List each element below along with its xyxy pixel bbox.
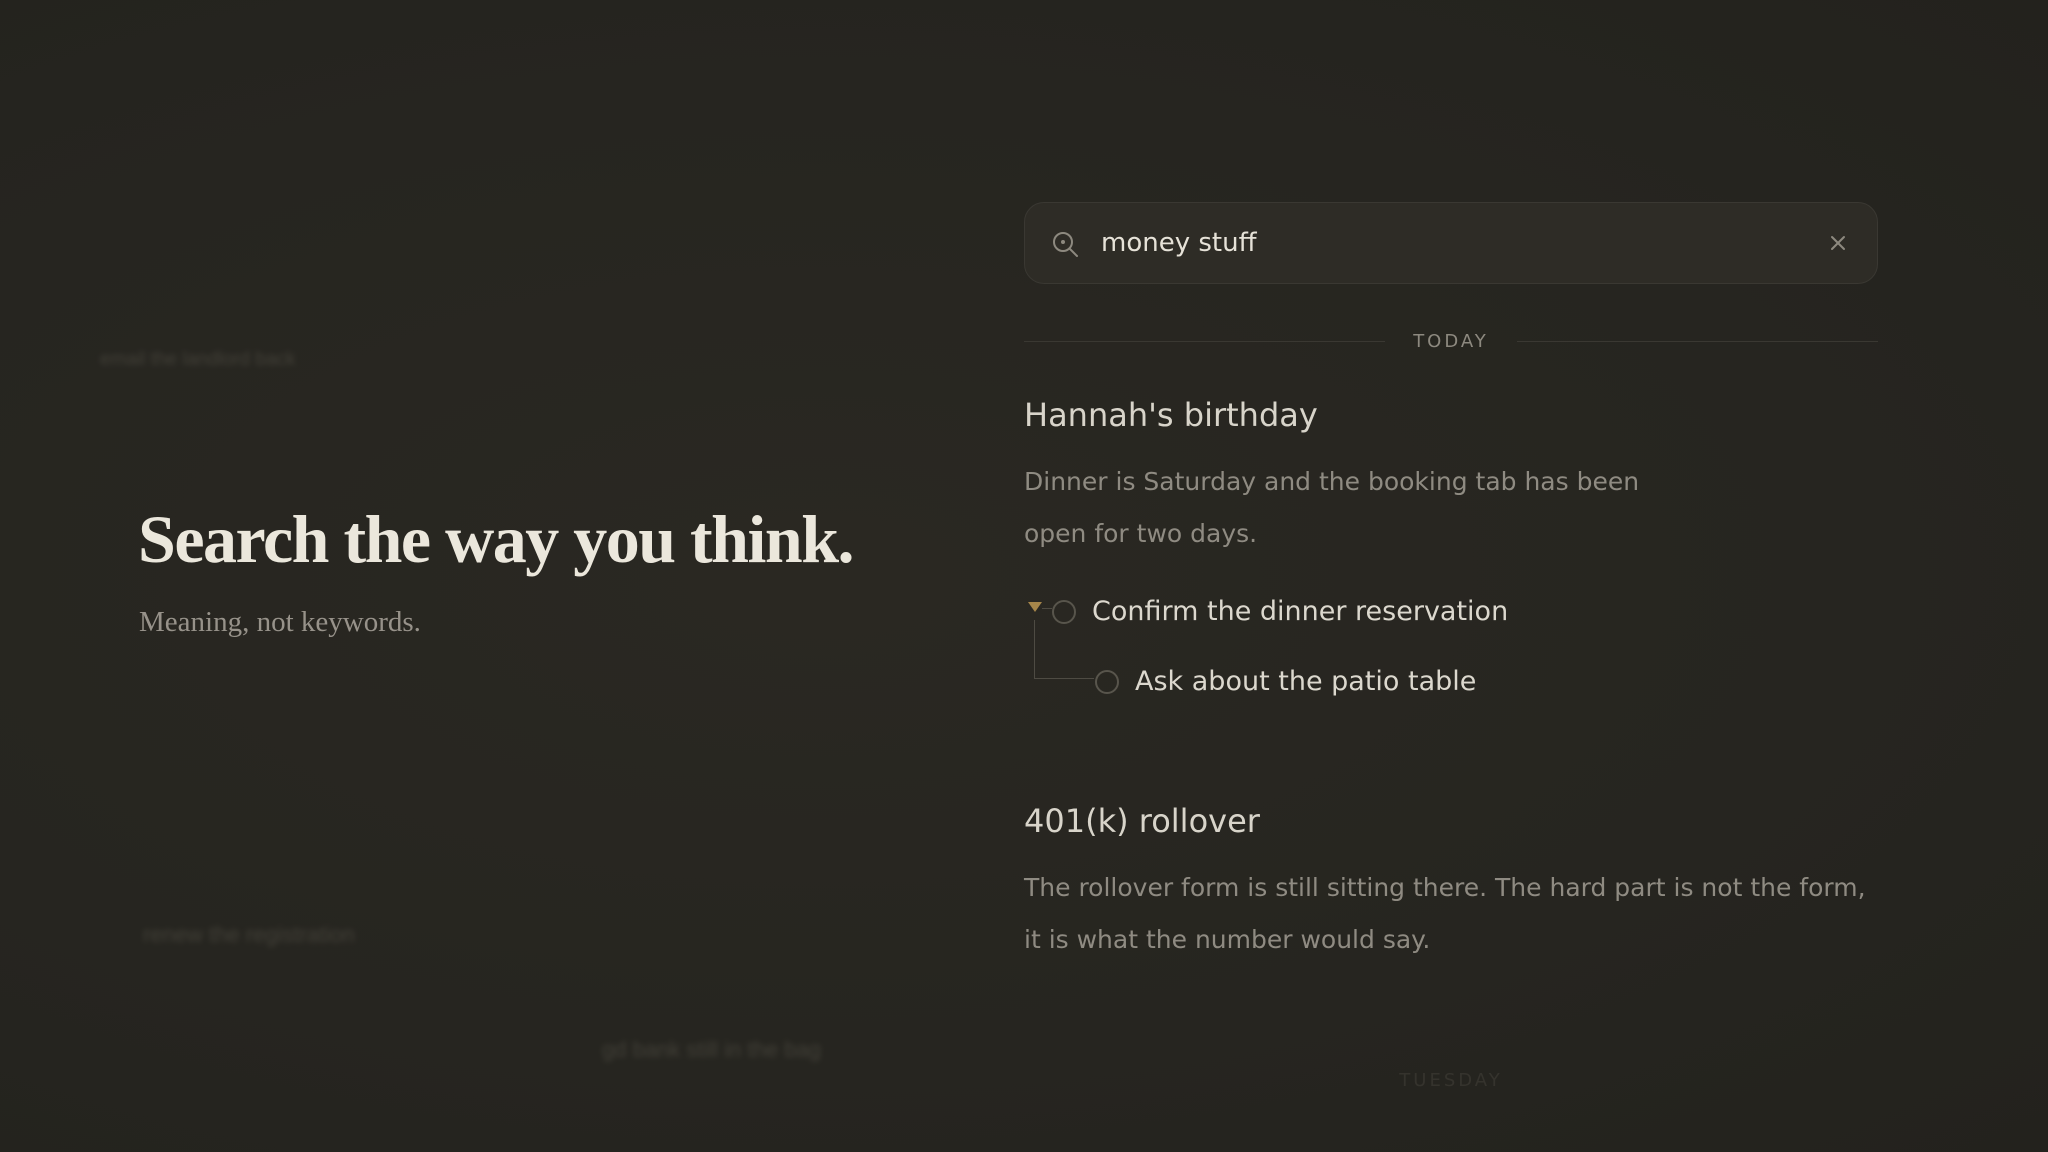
ghost-hint: renew the registration <box>143 922 355 947</box>
result-title[interactable]: Hannah's birthday <box>1024 396 1878 434</box>
result-body: The rollover form is still sitting there… <box>1024 873 1866 954</box>
result-item[interactable]: 401(k) rollover The rollover form is sti… <box>1024 802 1878 966</box>
search-input[interactable] <box>1101 221 1801 265</box>
hero-subtitle: Meaning, not keywords. <box>139 606 421 638</box>
collapse-caret-icon[interactable] <box>1028 602 1042 612</box>
task-checkbox[interactable] <box>1095 669 1119 694</box>
page: email the landlord back renew the regist… <box>0 0 2048 1152</box>
date-label: TUESDAY <box>1399 1070 1503 1091</box>
tree-connector <box>1042 608 1052 609</box>
task-list: Confirm the dinner reservation Ask about… <box>1024 580 1878 710</box>
search-panel: TODAY Hannah's birthday Dinner is Saturd… <box>1024 202 1878 966</box>
date-divider: TODAY <box>1024 326 1878 356</box>
hero-title: Search the way you think. <box>138 501 855 577</box>
tree-connector <box>1034 620 1035 678</box>
task-label: Confirm the dinner reservation <box>1092 596 1509 627</box>
search-icon <box>1053 232 1078 257</box>
search-box[interactable] <box>1024 202 1878 284</box>
ghost-hint: email the landlord back <box>100 349 296 370</box>
tree-connector <box>1034 678 1094 679</box>
task-label: Ask about the patio table <box>1135 666 1477 697</box>
result-body: Dinner is Saturday and the booking tab h… <box>1024 467 1640 548</box>
result-title[interactable]: 401(k) rollover <box>1024 802 1878 840</box>
date-label: TODAY <box>1413 330 1489 352</box>
result-item[interactable]: Hannah's birthday Dinner is Saturday and… <box>1024 396 1878 710</box>
ghost-hint: gd bank still in the bag <box>602 1037 821 1062</box>
task-item: Ask about the patio table <box>1095 666 1476 697</box>
close-icon[interactable] <box>1827 232 1849 254</box>
divider-line <box>1516 340 1878 342</box>
divider-line <box>1024 340 1386 342</box>
task-item: Confirm the dinner reservation <box>1052 596 1508 627</box>
task-checkbox[interactable] <box>1052 599 1076 624</box>
